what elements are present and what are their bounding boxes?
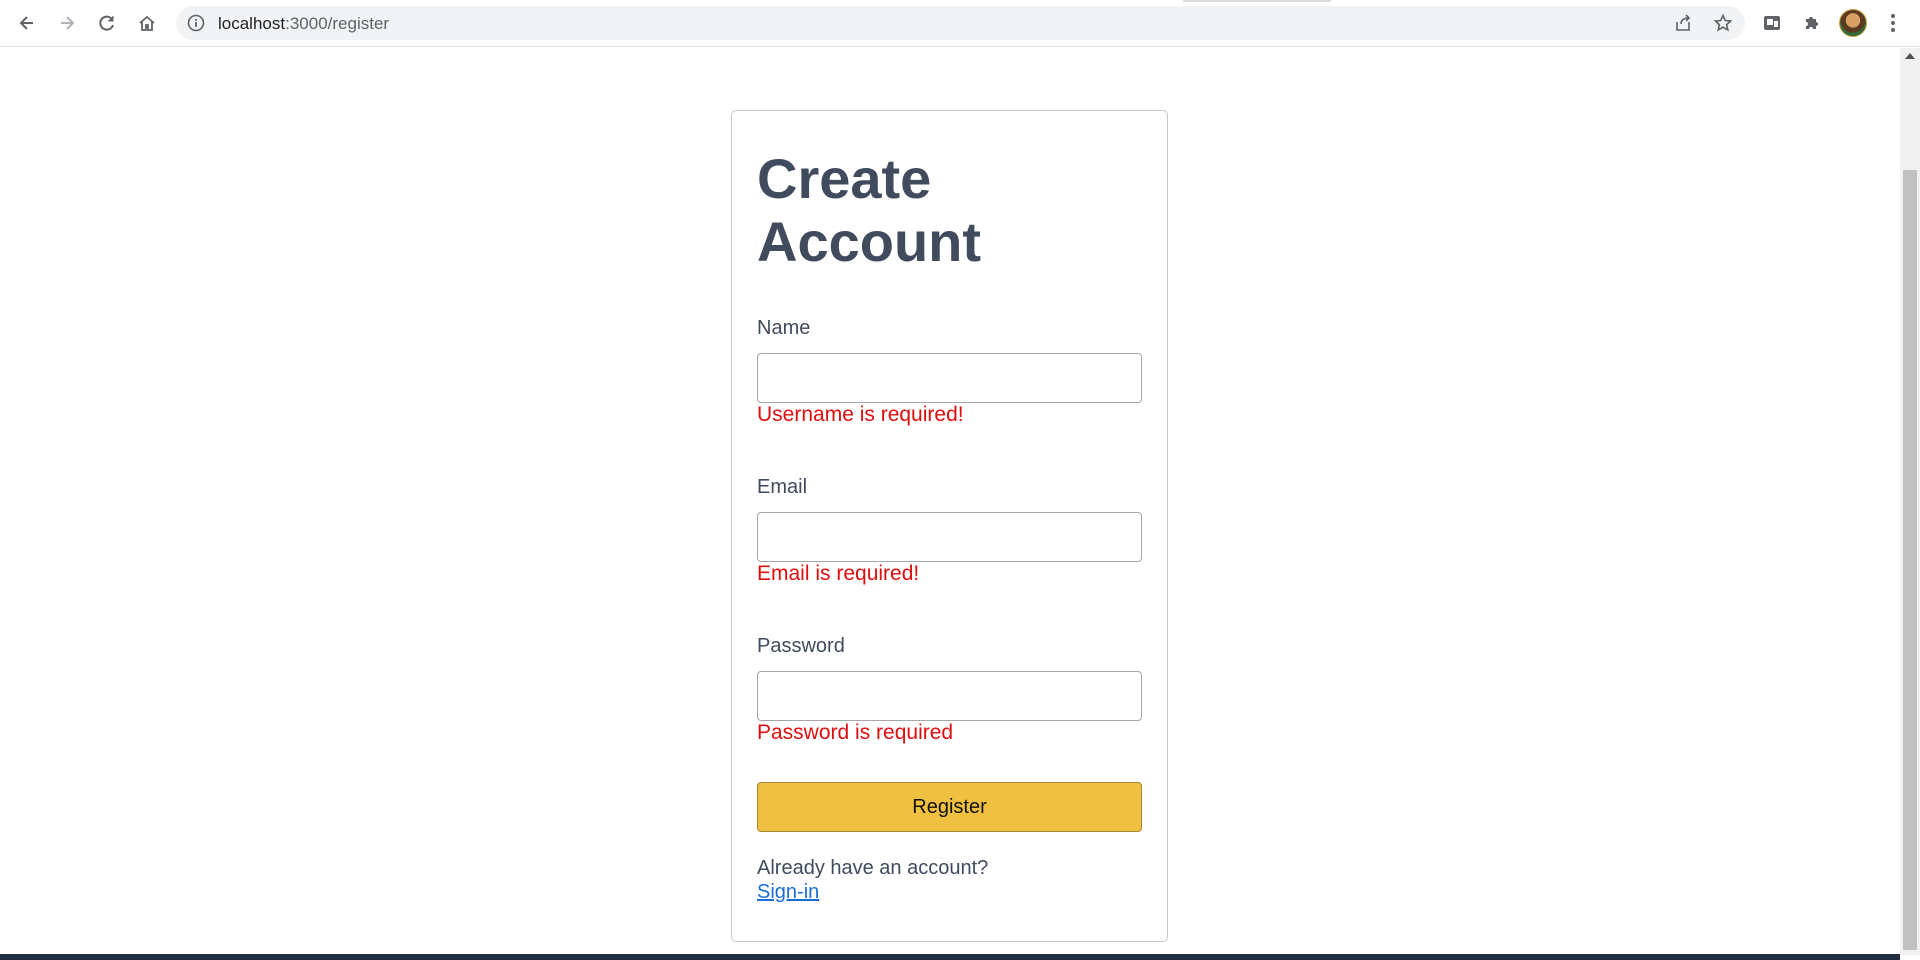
url-text[interactable]: localhost:3000/register (218, 14, 389, 34)
title-line-2: Account (757, 210, 981, 273)
address-bar[interactable]: localhost:3000/register (176, 6, 1745, 40)
password-input[interactable] (757, 671, 1142, 721)
email-error-message: Email is required! (757, 562, 920, 585)
back-button[interactable] (12, 8, 42, 38)
email-input[interactable] (757, 512, 1142, 562)
email-label: Email (757, 476, 808, 498)
title-line-1: Create (757, 147, 932, 210)
scrollbar-thumb[interactable] (1903, 170, 1917, 950)
tab-strip-edge (1183, 0, 1331, 2)
browser-menu-icon[interactable] (1883, 10, 1903, 36)
home-button[interactable] (132, 8, 162, 38)
extension-app-icon (1764, 16, 1780, 30)
name-input[interactable] (757, 353, 1142, 403)
name-label: Name (757, 317, 811, 339)
password-label: Password (757, 635, 845, 657)
bookmark-star-icon[interactable] (1713, 13, 1733, 33)
share-icon[interactable] (1673, 13, 1693, 33)
profile-avatar[interactable] (1839, 9, 1867, 37)
register-card: Create Account Name Username is required… (731, 110, 1168, 942)
forward-arrow-icon (61, 16, 75, 30)
back-arrow-icon (19, 16, 33, 30)
forward-button[interactable] (52, 8, 82, 38)
already-have-account-text: Already have an account? (757, 857, 989, 879)
page-title: Create Account (757, 147, 1147, 273)
sign-in-link[interactable]: Sign-in (757, 881, 819, 904)
extensions-button[interactable] (1799, 10, 1825, 36)
name-error-message: Username is required! (757, 403, 964, 426)
password-error-message: Password is required (757, 721, 954, 744)
url-path: :3000/register (285, 14, 390, 33)
reload-icon (99, 15, 114, 31)
extension-button[interactable] (1759, 10, 1785, 36)
site-info-icon[interactable] (186, 13, 206, 33)
reload-button[interactable] (92, 8, 122, 38)
register-button[interactable]: Register (757, 782, 1142, 832)
browser-toolbar: localhost:3000/register (0, 0, 1920, 47)
scroll-up-arrow-icon[interactable] (1905, 53, 1915, 59)
footer-bar (0, 954, 1900, 960)
url-host: localhost (218, 14, 286, 33)
puzzle-piece-icon (1806, 17, 1818, 29)
home-icon (139, 15, 155, 31)
